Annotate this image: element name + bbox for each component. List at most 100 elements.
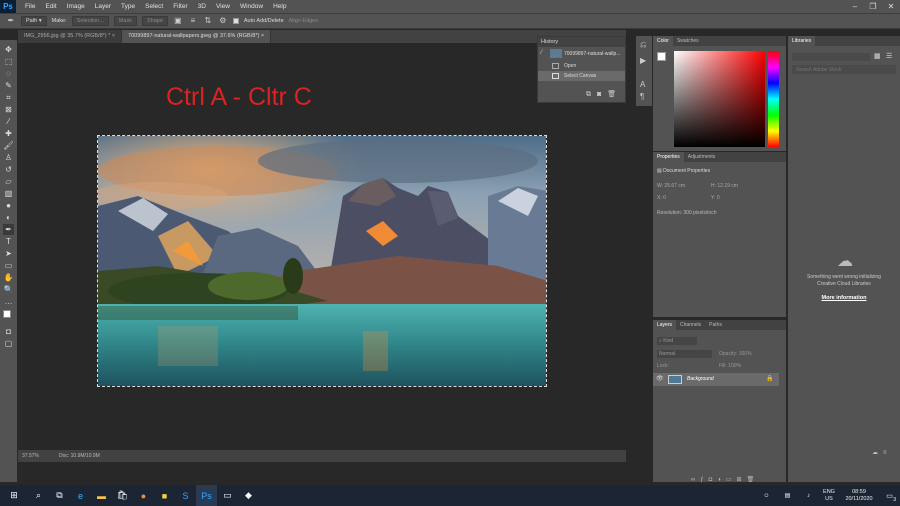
eraser-tool-icon[interactable]: ▱ — [3, 176, 14, 187]
library-select[interactable] — [792, 53, 870, 61]
y-value[interactable]: 0 — [717, 195, 720, 201]
delete-layer-icon[interactable]: 🗑 — [747, 477, 760, 483]
tab-paths[interactable]: Paths — [705, 320, 726, 330]
new-group-icon[interactable]: ▭ — [726, 477, 737, 483]
blend-mode-select[interactable]: Normal — [657, 350, 712, 358]
more-tools-icon[interactable]: … — [3, 296, 14, 307]
shape-button[interactable]: Shape — [141, 16, 168, 26]
tab-libraries[interactable]: Libraries — [788, 36, 816, 46]
layer-filter-select[interactable]: ⌕ Kind — [657, 337, 697, 345]
mode-select[interactable]: Path ▾ — [21, 16, 47, 26]
tab-adjustments[interactable]: Adjustments — [684, 152, 720, 162]
eye-icon[interactable]: 👁 — [656, 375, 664, 382]
path-alignment-icon[interactable]: ≡ — [188, 16, 198, 26]
history-title[interactable]: History — [538, 37, 625, 47]
menu-image[interactable]: Image — [62, 3, 90, 10]
more-information-link[interactable]: More information — [798, 295, 890, 301]
photos-app-icon[interactable]: ▭ — [217, 485, 238, 506]
menu-type[interactable]: Type — [116, 3, 140, 10]
tab-swatches[interactable]: Swatches — [673, 36, 703, 46]
path-operations-icon[interactable]: ▣ — [173, 16, 183, 26]
menu-view[interactable]: View — [211, 3, 235, 10]
document-canvas-image[interactable] — [97, 135, 547, 387]
list-view-icon[interactable]: ☰ — [886, 52, 892, 60]
menu-3d[interactable]: 3D — [193, 3, 211, 10]
trash-icon[interactable]: 🗑 — [607, 91, 622, 98]
auto-add-delete-checkbox[interactable] — [232, 18, 239, 24]
camera-icon[interactable]: ◙ — [597, 91, 607, 98]
history-snapshot[interactable]: ⁄ 70099897-natural-wallp... — [538, 47, 625, 61]
minimize-icon[interactable]: – — [846, 0, 864, 13]
quick-mask-icon[interactable]: ◘ — [3, 326, 14, 337]
screen-mode-icon[interactable]: ▢ — [3, 338, 14, 349]
notifications-icon[interactable]: ▭ 3 — [879, 485, 900, 506]
grid-view-icon[interactable]: ▦ — [874, 52, 881, 60]
path-arrangement-icon[interactable]: ⇅ — [203, 16, 213, 26]
tab-natural-wallpapers[interactable]: 70099897-natural-wallpapers.jpeg @ 37.6%… — [122, 30, 272, 43]
tab-channels[interactable]: Channels — [676, 320, 705, 330]
mask-button[interactable]: Mask — [113, 16, 137, 26]
foreground-color-swatch[interactable] — [657, 52, 666, 61]
new-document-from-state-icon[interactable]: ⧉ — [586, 91, 597, 98]
library-menu-icon[interactable]: ≡ — [883, 450, 892, 456]
search-icon[interactable]: ⌕ — [28, 485, 49, 506]
paragraph-panel-icon[interactable]: ¶ — [640, 92, 644, 101]
app-icon[interactable]: ◆ — [238, 485, 259, 506]
layer-name[interactable]: Background — [687, 376, 714, 382]
opacity-value[interactable]: 100% — [739, 351, 752, 357]
hue-slider[interactable] — [768, 51, 779, 147]
clock[interactable]: 08:59 20/11/2020 — [839, 489, 879, 503]
menu-select[interactable]: Select — [140, 3, 168, 10]
frame-tool-icon[interactable]: ⊠ — [3, 104, 14, 115]
path-selection-tool-icon[interactable]: ➤ — [3, 248, 14, 259]
history-panel-icon[interactable]: ⎌ — [640, 40, 646, 50]
people-icon[interactable]: ☺ — [756, 485, 777, 506]
menu-layer[interactable]: Layer — [90, 3, 116, 10]
brush-tool-icon[interactable]: 🖌 — [3, 140, 14, 151]
clone-stamp-tool-icon[interactable]: ♙ — [3, 152, 14, 163]
adjustment-layer-icon[interactable]: ◑ — [717, 477, 726, 483]
layer-row-background[interactable]: 👁 Background 🔒 — [653, 373, 779, 386]
fx-icon[interactable]: ƒ — [700, 477, 708, 483]
store-icon[interactable]: 🛍 — [112, 485, 133, 506]
actions-panel-icon[interactable]: ▶ — [640, 56, 646, 65]
menu-window[interactable]: Window — [235, 3, 268, 10]
pen-tool-icon[interactable]: ✒ — [6, 16, 16, 26]
history-brush-tool-icon[interactable]: ↺ — [3, 164, 14, 175]
gear-icon[interactable]: ⚙ — [218, 16, 228, 26]
new-layer-icon[interactable]: ⊞ — [737, 477, 747, 483]
crop-tool-icon[interactable]: ⌗ — [3, 92, 14, 103]
photoshop-taskbar-icon[interactable]: Ps — [196, 485, 217, 506]
menu-filter[interactable]: Filter — [168, 3, 192, 10]
height-value[interactable]: 12.19 cm — [717, 183, 738, 189]
menu-help[interactable]: Help — [268, 3, 291, 10]
windows-start-icon[interactable]: ⊞ — [0, 485, 28, 506]
color-picker-field[interactable] — [674, 51, 765, 147]
character-panel-icon[interactable]: A — [640, 80, 645, 89]
zoom-tool-icon[interactable]: 🔍 — [3, 284, 14, 295]
blur-tool-icon[interactable]: ● — [3, 200, 14, 211]
firefox-icon[interactable]: ● — [133, 485, 154, 506]
foreground-color-swatch[interactable] — [3, 310, 11, 318]
tab-close-icon[interactable]: × — [112, 33, 115, 39]
skype-icon[interactable]: S — [175, 485, 196, 506]
close-icon[interactable]: ✕ — [882, 0, 900, 13]
zoom-level[interactable]: 37.57% — [22, 453, 39, 459]
sticky-notes-icon[interactable]: ■ — [154, 485, 175, 506]
dodge-tool-icon[interactable]: ◐ — [3, 212, 14, 223]
width-value[interactable]: 25.67 cm — [664, 183, 685, 189]
type-tool-icon[interactable]: T — [3, 236, 14, 247]
task-view-icon[interactable]: ⧉ — [49, 485, 70, 506]
eyedropper-tool-icon[interactable]: ⁄ — [3, 116, 14, 127]
add-mask-icon[interactable]: ◘ — [709, 477, 718, 483]
history-item-select-canvas[interactable]: Select Canvas — [538, 71, 625, 81]
quick-select-tool-icon[interactable]: ✎ — [3, 80, 14, 91]
language-indicator[interactable]: ENG US — [819, 489, 839, 503]
tab-layers[interactable]: Layers — [653, 320, 677, 330]
volume-icon[interactable]: ♪ — [798, 485, 819, 506]
selection-button[interactable]: Selection... — [71, 16, 109, 26]
x-value[interactable]: 0 — [663, 195, 666, 201]
menu-edit[interactable]: Edit — [40, 3, 61, 10]
marquee-tool-icon[interactable]: ⬚ — [3, 56, 14, 67]
healing-brush-tool-icon[interactable]: ✚ — [3, 128, 14, 139]
